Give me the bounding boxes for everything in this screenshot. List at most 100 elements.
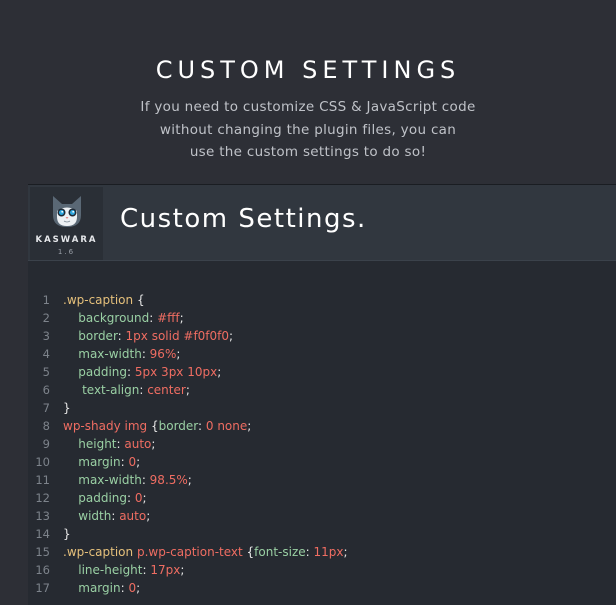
code-token: background [63,311,150,325]
code-token: #fff [157,311,180,325]
code-token: : [141,473,150,487]
code-token: : [149,311,158,325]
code-token: 96% [149,347,177,361]
line-number: 11 [35,473,50,487]
code-token: ; [136,581,141,595]
code-token: { [136,293,145,307]
code-token: ; [176,347,181,361]
code-token: ; [151,437,156,451]
code-token: ; [179,311,184,325]
logo-name: KASWARA [35,235,98,245]
code-token: 0 [128,581,137,595]
code-text: text-align: center; [63,381,190,399]
hero-description: If you need to customize CSS & JavaScrip… [118,96,498,164]
code-text: .wp-caption { [63,291,145,309]
code-token: max-width [63,473,142,487]
hero-description-line: If you need to customize CSS & JavaScrip… [140,99,476,115]
code-token: : [127,365,135,379]
code-text: padding: 0; [63,489,146,507]
code-text: margin: 0; [63,453,140,471]
code-line: 17 margin: 0; [28,579,616,597]
logo: KASWARA 1.6 [30,187,103,260]
code-editor[interactable]: 1 .wp-caption {2 background: #fff; 3 borde… [28,291,616,597]
code-token: : [127,491,135,505]
line-number: 16 [35,563,50,577]
line-number: 17 [35,581,50,595]
hero-description-line: use the custom settings to do so! [189,144,427,160]
code-line: 6 text-align: center; [28,381,616,399]
code-line: 13 width: auto; [28,507,616,525]
code-token: { [150,419,159,433]
code-text: margin: 0; [63,579,140,597]
code-line: 7} [28,399,616,417]
code-line: 3 border: 1px solid #f0f0f0; [28,327,616,345]
cat-mascot-icon [53,196,81,227]
code-token: line-height [63,563,143,577]
code-token: ; [217,365,222,379]
code-token: ; [146,509,151,523]
code-token: ; [180,563,185,577]
code-line: 14} [28,525,616,543]
line-number: 6 [42,383,50,397]
code-line: 4 max-width: 96%; [28,345,616,363]
code-line: 11 max-width: 98.5%; [28,471,616,489]
code-token: .wp-caption [63,293,137,307]
code-token: .wp-caption [63,545,137,559]
code-token: 0 [134,491,143,505]
line-number: 7 [42,401,50,415]
code-line: 2 background: #fff; [28,309,616,327]
code-token: : [198,419,206,433]
code-text: line-height: 17px; [63,561,184,579]
code-token: 0 none [205,419,248,433]
code-token: : [117,329,126,343]
code-token: auto [119,509,147,523]
code-token: center [147,383,186,397]
window-title: Custom Settings. [120,204,367,234]
line-number: 13 [35,509,50,523]
code-token: 17px [150,563,181,577]
hero-description-line: without changing the plugin files, you c… [159,121,457,138]
code-token: ; [185,383,190,397]
line-number: 3 [42,329,50,343]
code-token: ; [187,473,192,487]
code-token: } [63,527,71,541]
line-number: 9 [42,437,50,451]
code-token: padding [63,491,128,505]
line-number: 2 [42,311,50,325]
code-text: .wp-caption p.wp-caption-text {font-size… [63,543,348,561]
code-token: 1px solid #f0f0f0 [125,329,230,343]
code-token: margin [63,581,121,595]
code-line: 10 margin: 0; [28,453,616,471]
line-number: 1 [42,293,50,307]
code-token: auto [124,437,152,451]
code-token: ; [247,419,252,433]
code-line: 8 wp-shady img {border: 0 none; [28,417,616,435]
code-text: width: auto; [63,507,150,525]
window-header: KASWARA 1.6 Custom Settings. [28,185,616,261]
code-text: max-width: 98.5%; [63,471,192,489]
code-token: max-width [63,347,142,361]
code-line: 16 line-height: 17px; [28,561,616,579]
code-line: 12 padding: 0; [28,489,616,507]
line-number: 12 [35,491,50,505]
code-token: width [63,509,112,523]
logo-version: 1.6 [57,248,76,256]
code-token: text-align [63,383,140,397]
line-number: 5 [42,365,50,379]
code-text: padding: 5px 3px 10px; [63,363,221,381]
code-line: 5 padding: 5px 3px 10px; [28,363,616,381]
code-line: 9 height: auto; [28,435,616,453]
code-token: border [158,419,199,433]
code-token: 0 [128,455,137,469]
code-token: font-size [254,545,306,559]
line-number: 15 [35,545,50,559]
code-text: } [63,399,71,417]
code-token: : [305,545,314,559]
code-text: height: auto; [63,435,155,453]
code-token: margin [63,455,121,469]
code-token: wp-shady img [63,419,151,433]
hero-title: CUSTOM SETTINGS [155,56,461,84]
code-token: 11px [313,545,344,559]
code-text: border: 1px solid #f0f0f0; [63,327,233,345]
code-line: 1 .wp-caption { [28,291,616,309]
